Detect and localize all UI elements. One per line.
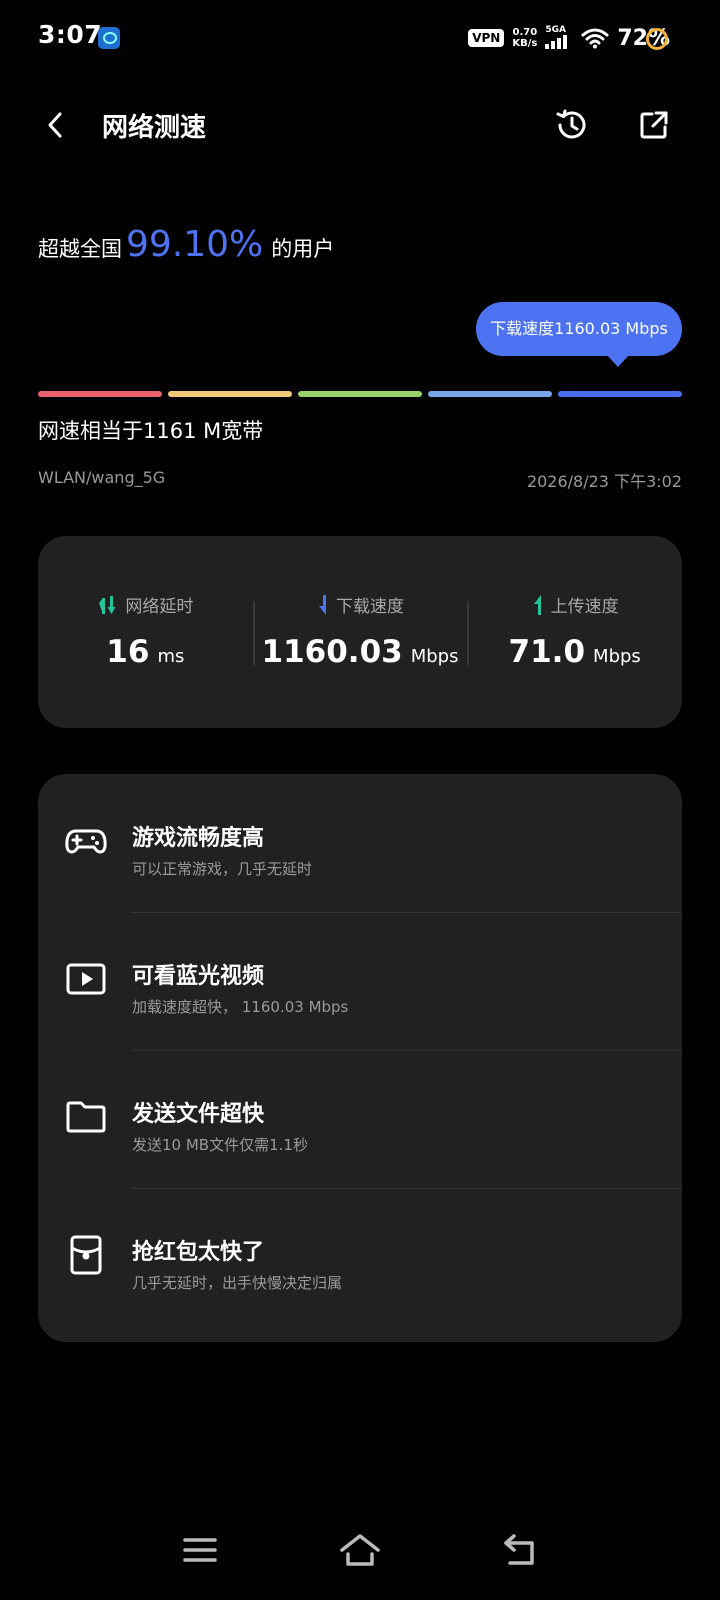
list-item: 抢红包太快了 几乎无延时，出手快慢决定归属 [38,1188,682,1326]
page-title: 网络测速 [102,113,207,143]
percentile-text: 超越全国 99.10% 的用户 [38,224,334,265]
test-timestamp: 2026/8/23 下午3:02 [526,472,682,491]
percentile-prefix: 超越全国 [38,237,122,261]
net-speed: 0.70 KB/s [512,27,537,49]
tooltip-pointer [606,354,630,367]
features-card: 游戏流畅度高 可以正常游戏，几乎无延时 可看蓝光视频 加载速度超快， 1160.… [38,774,682,1342]
back-icon[interactable] [38,107,74,143]
net-speed-value: 0.70 [512,27,538,38]
nav-back-icon[interactable] [500,1530,540,1570]
feature-title: 游戏流畅度高 [132,826,265,851]
wifi-icon [581,28,609,49]
red-envelope-icon [70,1235,102,1275]
list-item: 发送文件超快 发送10 MB文件仅需1.1秒 [38,1050,682,1188]
upload-label: 上传速度 [550,597,619,617]
app-notification-icon [98,27,120,49]
system-nav-bar [0,1520,720,1580]
download-metric: 下载速度 1160.03 Mbps [252,536,468,728]
feature-subtitle: 发送10 MB文件仅需1.1秒 [132,1136,308,1154]
download-label: 下载速度 [336,597,404,617]
video-play-icon [66,963,106,995]
list-item: 可看蓝光视频 加载速度超快， 1160.03 Mbps [38,912,682,1050]
battery-ring-icon [646,28,668,50]
percentile-suffix: 的用户 [271,237,335,261]
scale-segment [428,391,552,397]
latency-label: 网络延时 [125,597,194,617]
scale-segment [168,391,292,397]
latency-value: 16 [106,634,150,670]
metrics-card: 网络延时 16 ms 下载速度 1160.03 Mbps 上传速度 71.0 Mbps [38,536,682,728]
menu-icon[interactable] [180,1534,220,1566]
percentile-value: 99.10% [126,224,264,265]
feature-subtitle: 几乎无延时，出手快慢决定归属 [132,1274,343,1292]
folder-icon [66,1101,106,1133]
download-speed-tooltip: 下载速度1160.03 Mbps [476,302,682,356]
status-indicators: VPN 0.70 KB/s 5GA 72% [468,22,670,54]
home-icon[interactable] [338,1530,382,1570]
status-bar: 3:07 VPN 0.70 KB/s 5GA 72% [0,0,720,78]
download-unit: Mbps [410,646,459,667]
history-icon[interactable] [552,105,592,145]
download-value: 1160.03 [261,634,403,670]
feature-title: 发送文件超快 [132,1102,265,1127]
upload-arrow-icon [533,594,541,615]
latency-unit: ms [157,646,185,667]
upload-unit: Mbps [593,646,641,667]
latency-metric: 网络延时 16 ms [38,536,253,728]
net-speed-unit: KB/s [512,38,538,49]
cellular-signal-icon: 5GA [545,25,573,51]
share-icon[interactable] [634,105,674,145]
feature-subtitle: 可以正常游戏，几乎无延时 [132,860,313,878]
scale-segment [558,391,682,397]
upload-metric: 上传速度 71.0 Mbps [467,536,682,728]
feature-title: 可看蓝光视频 [132,964,265,989]
app-header: 网络测速 [0,95,720,155]
feature-subtitle: 加载速度超快， 1160.03 Mbps [132,998,349,1016]
scale-segment [298,391,422,397]
speed-scale-bar [38,391,682,397]
latency-arrows-icon [99,595,116,614]
status-time: 3:07 [38,20,103,49]
bandwidth-equivalent: 网速相当于1161 M宽带 [38,419,264,443]
download-arrow-icon [319,594,326,615]
feature-title: 抢红包太快了 [132,1240,265,1265]
list-item: 游戏流畅度高 可以正常游戏，几乎无延时 [38,774,682,912]
upload-value: 71.0 [508,634,586,670]
scale-segment [38,391,162,397]
gamepad-icon [65,829,107,854]
vpn-badge: VPN [468,29,505,47]
network-name: WLAN/wang_5G [38,468,166,487]
